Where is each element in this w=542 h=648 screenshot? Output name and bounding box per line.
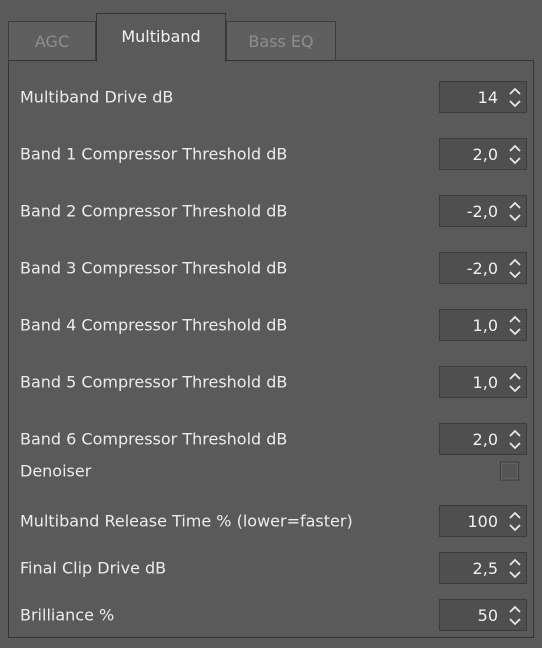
band6-threshold-label: Band 6 Compressor Threshold dB bbox=[20, 429, 288, 449]
band1-threshold-value[interactable]: 2,0 bbox=[440, 145, 504, 164]
multiband-drive-label: Multiband Drive dB bbox=[20, 87, 174, 107]
band5-threshold-spinbox[interactable]: 1,0 bbox=[439, 366, 527, 398]
multiband-release-time-spinbox[interactable]: 100 bbox=[439, 505, 527, 537]
spin-arrows bbox=[504, 310, 526, 340]
final-clip-drive-spinbox[interactable]: 2,5 bbox=[439, 552, 527, 584]
band5-threshold-value[interactable]: 1,0 bbox=[440, 373, 504, 392]
chevron-down-icon[interactable] bbox=[508, 441, 522, 450]
spin-arrows bbox=[504, 506, 526, 536]
multiband-drive-value[interactable]: 14 bbox=[440, 88, 504, 107]
multiband-drive-spinbox[interactable]: 14 bbox=[439, 81, 527, 113]
chevron-down-icon[interactable] bbox=[508, 99, 522, 108]
spin-arrows bbox=[504, 253, 526, 283]
chevron-up-icon[interactable] bbox=[508, 315, 522, 324]
tab-agc[interactable]: AGC bbox=[8, 21, 96, 61]
band2-threshold-spinbox[interactable]: -2,0 bbox=[439, 195, 527, 227]
chevron-up-icon[interactable] bbox=[508, 144, 522, 153]
denoiser-label: Denoiser bbox=[20, 461, 92, 481]
band4-threshold-spinbox[interactable]: 1,0 bbox=[439, 309, 527, 341]
chevron-up-icon[interactable] bbox=[508, 605, 522, 614]
row-multiband-drive: Multiband Drive dB 14 bbox=[9, 77, 535, 117]
tab-multiband[interactable]: Multiband bbox=[96, 13, 226, 62]
tab-bass-eq[interactable]: Bass EQ bbox=[226, 21, 336, 61]
row-band1-threshold: Band 1 Compressor Threshold dB 2,0 bbox=[9, 134, 535, 174]
tab-bass-eq-label: Bass EQ bbox=[248, 32, 314, 51]
row-band3-threshold: Band 3 Compressor Threshold dB -2,0 bbox=[9, 248, 535, 288]
denoiser-checkbox[interactable] bbox=[500, 461, 519, 481]
multiband-release-time-value[interactable]: 100 bbox=[440, 512, 504, 531]
chevron-down-icon[interactable] bbox=[508, 523, 522, 532]
row-final-clip-drive: Final Clip Drive dB 2,5 bbox=[9, 548, 535, 588]
chevron-up-icon[interactable] bbox=[508, 511, 522, 520]
band3-threshold-label: Band 3 Compressor Threshold dB bbox=[20, 258, 288, 278]
tab-agc-label: AGC bbox=[34, 32, 70, 51]
band5-threshold-label: Band 5 Compressor Threshold dB bbox=[20, 372, 288, 392]
spin-arrows bbox=[504, 139, 526, 169]
spin-arrows bbox=[504, 196, 526, 226]
chevron-down-icon[interactable] bbox=[508, 270, 522, 279]
multiband-release-time-label: Multiband Release Time % (lower=faster) bbox=[20, 511, 353, 531]
band1-threshold-label: Band 1 Compressor Threshold dB bbox=[20, 144, 288, 164]
row-brilliance: Brilliance % 50 bbox=[9, 595, 535, 635]
processor-settings-window: AGC Multiband Bass EQ Multiband Drive dB… bbox=[0, 0, 542, 648]
band3-threshold-value[interactable]: -2,0 bbox=[440, 259, 504, 278]
chevron-up-icon[interactable] bbox=[508, 87, 522, 96]
row-band2-threshold: Band 2 Compressor Threshold dB -2,0 bbox=[9, 191, 535, 231]
spin-arrows bbox=[504, 424, 526, 454]
chevron-down-icon[interactable] bbox=[508, 213, 522, 222]
chevron-up-icon[interactable] bbox=[508, 201, 522, 210]
spin-arrows bbox=[504, 82, 526, 112]
tab-bar: AGC Multiband Bass EQ bbox=[8, 13, 534, 62]
chevron-down-icon[interactable] bbox=[508, 156, 522, 165]
chevron-down-icon[interactable] bbox=[508, 570, 522, 579]
final-clip-drive-value[interactable]: 2,5 bbox=[440, 559, 504, 578]
chevron-down-icon[interactable] bbox=[508, 327, 522, 336]
tab-multiband-label: Multiband bbox=[121, 27, 201, 46]
final-clip-drive-label: Final Clip Drive dB bbox=[20, 558, 167, 578]
chevron-up-icon[interactable] bbox=[508, 372, 522, 381]
brilliance-value[interactable]: 50 bbox=[440, 606, 504, 625]
chevron-up-icon[interactable] bbox=[508, 558, 522, 567]
row-band5-threshold: Band 5 Compressor Threshold dB 1,0 bbox=[9, 362, 535, 402]
band2-threshold-value[interactable]: -2,0 bbox=[440, 202, 504, 221]
chevron-up-icon[interactable] bbox=[508, 258, 522, 267]
chevron-down-icon[interactable] bbox=[508, 384, 522, 393]
brilliance-spinbox[interactable]: 50 bbox=[439, 599, 527, 631]
band1-threshold-spinbox[interactable]: 2,0 bbox=[439, 138, 527, 170]
chevron-up-icon[interactable] bbox=[508, 429, 522, 438]
spin-arrows bbox=[504, 553, 526, 583]
row-band4-threshold: Band 4 Compressor Threshold dB 1,0 bbox=[9, 305, 535, 345]
row-multiband-release-time: Multiband Release Time % (lower=faster) … bbox=[9, 501, 535, 541]
spin-arrows bbox=[504, 600, 526, 630]
row-denoiser: Denoiser bbox=[9, 451, 535, 491]
chevron-down-icon[interactable] bbox=[508, 617, 522, 626]
brilliance-label: Brilliance % bbox=[20, 605, 115, 625]
band2-threshold-label: Band 2 Compressor Threshold dB bbox=[20, 201, 288, 221]
multiband-panel: Multiband Drive dB 14 Band 1 Compressor … bbox=[8, 60, 534, 638]
spin-arrows bbox=[504, 367, 526, 397]
band4-threshold-label: Band 4 Compressor Threshold dB bbox=[20, 315, 288, 335]
band6-threshold-value[interactable]: 2,0 bbox=[440, 430, 504, 449]
band4-threshold-value[interactable]: 1,0 bbox=[440, 316, 504, 335]
band3-threshold-spinbox[interactable]: -2,0 bbox=[439, 252, 527, 284]
